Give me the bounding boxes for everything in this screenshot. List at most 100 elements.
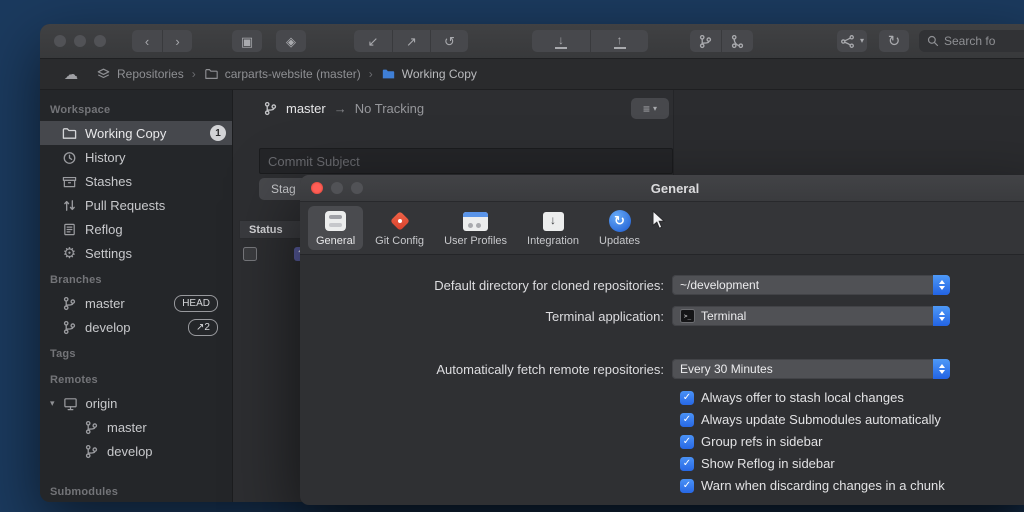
clone-directory-row: Default directory for cloned repositorie… [300,275,1024,295]
sidebar-item-label: History [85,150,125,165]
checkbox-checked[interactable]: ✓ [680,479,694,493]
integration-icon [543,210,564,232]
file-checkbox[interactable] [243,247,257,261]
checkbox-checked[interactable]: ✓ [680,413,694,427]
zoom-button [351,182,363,194]
checkbox-checked[interactable]: ✓ [680,391,694,405]
checkout-icon: ◈ [286,35,296,48]
clone-directory-select[interactable]: ~/development [672,275,950,295]
sidebar-item-pull-requests[interactable]: Pull Requests [40,193,232,217]
breadcrumb-working-copy[interactable]: Working Copy [381,67,477,81]
forward-button[interactable]: › [162,30,192,52]
branch-group [690,30,753,52]
reflog-icon [62,222,77,237]
tab-updates[interactable]: ↻ Updates [591,206,648,250]
close-button[interactable] [54,35,66,47]
sidebar-item-origin-master[interactable]: master [40,415,232,439]
sidebar-item-history[interactable]: History [40,145,232,169]
sidebar-item-origin[interactable]: ▾ origin [40,391,232,415]
checkout-button[interactable]: ◈ [276,30,306,52]
branch-status-bar: master → No Tracking ≡ ▾ [233,90,673,126]
search-placeholder: Search fo [944,34,995,48]
checkbox-row-warn-discard[interactable]: ✓ Warn when discarding changes in a chun… [680,478,1024,493]
branch-button[interactable] [690,30,721,52]
git-flow-button[interactable]: ▾ [837,30,867,52]
sidebar-item-reflog[interactable]: Reflog [40,217,232,241]
sidebar-item-label: Working Copy [85,126,166,141]
back-button[interactable]: ‹ [132,30,162,52]
commit-subject-input[interactable]: Commit Subject [259,148,673,174]
commit-options-button[interactable]: ≡ ▾ [631,98,669,119]
gear-icon: ⚙ [62,246,77,261]
unstash-button[interactable]: ↑ [590,30,648,52]
stepper-icon [933,275,950,295]
close-button[interactable] [311,182,323,194]
check-icon: ✓ [683,480,691,491]
minimize-button[interactable] [74,35,86,47]
merge-button[interactable] [721,30,753,52]
sidebar-item-label: master [107,420,147,435]
check-icon: ✓ [683,392,691,403]
fetch-button[interactable]: ↺ [430,30,468,52]
sidebar-item-working-copy[interactable]: Working Copy 1 [40,121,232,145]
stash-icon: ↓ [555,34,567,49]
checkbox-row-show-reflog[interactable]: ✓ Show Reflog in sidebar [680,456,1024,471]
checkbox-row-group-refs[interactable]: ✓ Group refs in sidebar [680,434,1024,449]
fetch-icon: ↺ [444,35,455,48]
auto-fetch-select[interactable]: Every 30 Minutes [672,359,950,379]
breadcrumb-label: carparts-website (master) [225,67,361,81]
ahead-badge: ↗2 [188,319,218,336]
remote-browser-icon[interactable]: ☁ [64,66,78,83]
section-remotes: Remotes [40,365,232,391]
commit-button[interactable]: ▣ [232,30,262,52]
terminal-select[interactable]: >_ Terminal [672,306,950,326]
checkbox-checked[interactable]: ✓ [680,457,694,471]
auto-fetch-row: Automatically fetch remote repositories:… [300,359,1024,379]
refresh-button[interactable]: ↻ [879,30,909,52]
tab-label: User Profiles [444,235,507,247]
tab-general[interactable]: General [308,206,363,250]
folder-icon [204,67,219,81]
sidebar-item-label: Reflog [85,222,123,237]
checkbox-row-update-submodules[interactable]: ✓ Always update Submodules automatically [680,412,1024,427]
checkbox-checked[interactable]: ✓ [680,435,694,449]
auto-fetch-value: Every 30 Minutes [680,362,773,376]
breadcrumb-repositories[interactable]: Repositories [96,67,184,81]
tab-user-profiles[interactable]: User Profiles [436,206,515,250]
tab-integration[interactable]: Integration [519,206,587,250]
section-workspace: Workspace [40,95,232,121]
sidebar-item-label: origin [86,396,118,411]
commit-subject-placeholder: Commit Subject [268,154,360,169]
sidebar-item-branch-develop[interactable]: develop ↗2 [40,315,232,339]
section-submodules: Submodules [40,477,232,502]
breadcrumb-label: Repositories [117,67,184,81]
pull-icon: ↙ [368,35,379,48]
search-field[interactable]: Search fo [919,30,1024,52]
tab-label: General [316,235,355,247]
sidebar-item-origin-develop[interactable]: develop [40,439,232,463]
search-icon [927,35,939,47]
tab-git-config[interactable]: Git Config [367,206,432,250]
remote-server-icon [63,396,78,411]
zoom-button[interactable] [94,35,106,47]
sidebar-item-label: develop [107,444,153,459]
pull-button[interactable]: ↙ [354,30,392,52]
breadcrumb-repo[interactable]: carparts-website (master) [204,67,361,81]
checkbox-row-stash-local[interactable]: ✓ Always offer to stash local changes [680,390,1024,405]
terminal-app-icon: >_ [680,309,695,323]
sync-group: ↙ ↗ ↺ [354,30,468,52]
expander-icon[interactable]: ▾ [50,398,55,409]
stash-button[interactable]: ↓ [532,30,590,52]
stepper-icon [933,306,950,326]
sidebar-item-stashes[interactable]: Stashes [40,169,232,193]
checkbox-label: Show Reflog in sidebar [701,456,835,471]
sidebar-item-settings[interactable]: ⚙ Settings [40,241,232,265]
push-button[interactable]: ↗ [392,30,430,52]
desktop-background: ‹ › ▣ ◈ ↙ ↗ ↺ ↓ ↑ [0,0,1024,512]
sidebar-item-branch-master[interactable]: master HEAD [40,291,232,315]
check-icon: ✓ [683,414,691,425]
sidebar-item-label: develop [85,320,131,335]
window-controls [54,35,106,47]
back-icon: ‹ [145,35,149,48]
stash-group: ↓ ↑ [532,30,648,52]
